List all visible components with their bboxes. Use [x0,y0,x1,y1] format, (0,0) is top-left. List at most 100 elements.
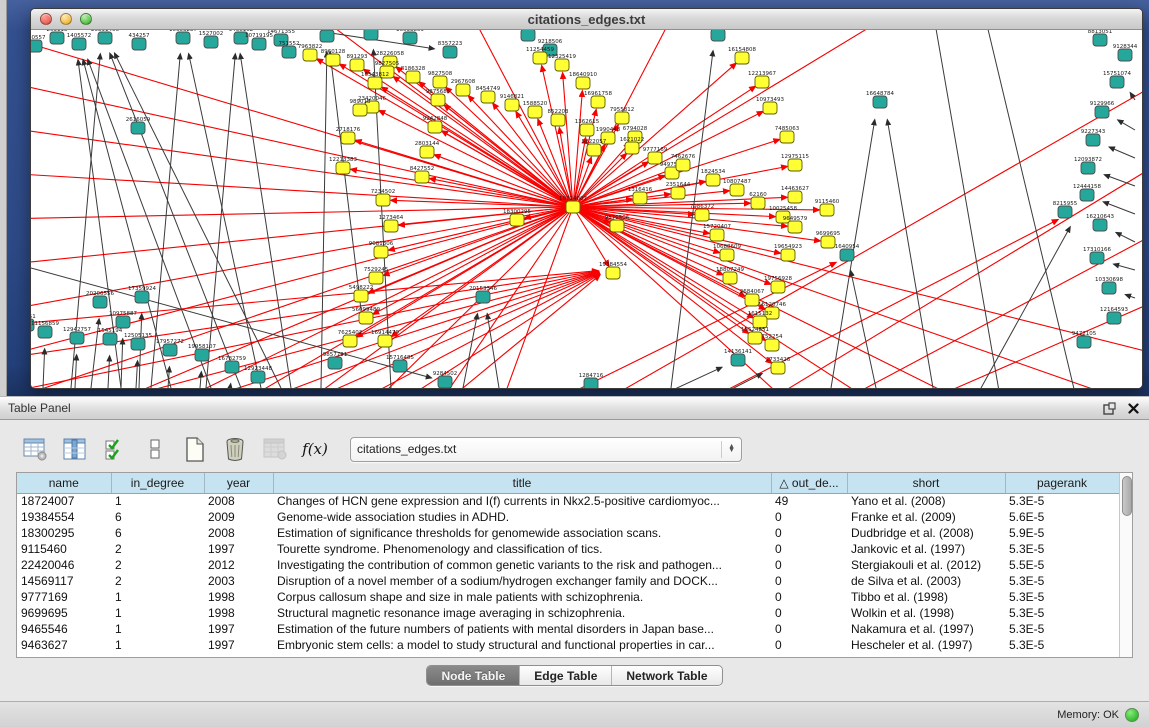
graph-node[interactable] [723,272,737,284]
tab-node-table[interactable]: Node Table [427,666,520,685]
graph-node[interactable] [364,30,378,40]
graph-node[interactable] [443,46,457,58]
graph-node[interactable] [336,162,350,174]
graph-node[interactable] [374,246,388,258]
tab-network-table[interactable]: Network Table [612,666,721,685]
graph-node[interactable] [428,121,442,133]
graph-node[interactable] [873,96,887,108]
graph-node[interactable] [505,99,519,111]
graph-node[interactable] [393,360,407,372]
graph-node[interactable] [403,32,417,44]
table-row[interactable]: 1872400712008Changes of HCN gene express… [17,493,1119,509]
graph-node[interactable] [98,32,112,44]
select-all-icon[interactable] [102,436,128,462]
graph-node[interactable] [1093,219,1107,231]
zoom-window-icon[interactable] [80,13,92,25]
graph-node[interactable] [359,312,373,324]
delete-trash-icon[interactable] [222,436,248,462]
table-row[interactable]: 969969511998Structural magnetic resonanc… [17,605,1119,621]
table-selector[interactable]: citations_edges.txt ▲▼ [350,437,742,462]
graph-node[interactable] [431,94,445,106]
graph-node[interactable] [748,332,762,344]
graph-node[interactable] [103,333,117,345]
graph-node[interactable] [195,349,209,361]
graph-node[interactable] [433,76,447,88]
graph-node[interactable] [476,291,490,303]
graph-node[interactable] [320,30,334,42]
graph-node[interactable] [788,191,802,203]
graph-node[interactable] [132,38,146,50]
graph-node[interactable] [584,378,598,388]
table-row[interactable]: 1830029562008Estimation of significance … [17,525,1119,541]
graph-node[interactable] [368,77,382,89]
graph-node[interactable] [671,187,685,199]
graph-node[interactable] [252,38,266,50]
left-splitter[interactable] [0,0,7,396]
graph-node[interactable] [31,40,42,52]
graph-node[interactable] [353,104,367,116]
graph-node[interactable] [731,354,745,366]
column-header-in_degree[interactable]: in_degree [111,473,204,493]
graph-node[interactable] [788,159,802,171]
graph-node[interactable] [438,376,452,388]
graph-node[interactable] [555,59,569,71]
graph-node[interactable] [1118,49,1132,61]
graph-node[interactable] [576,77,590,89]
graph-node[interactable] [251,371,265,383]
graph-node[interactable] [420,146,434,158]
graph-node[interactable] [343,335,357,347]
window-titlebar[interactable]: citations_edges.txt [31,9,1142,30]
graph-node[interactable] [1107,312,1121,324]
table-row[interactable]: 1938455462009Genome-wide association stu… [17,509,1119,525]
memory-ok-icon[interactable] [1125,708,1139,722]
graph-node[interactable] [1077,336,1091,348]
graph-node[interactable] [116,316,130,328]
graph-node[interactable] [135,291,149,303]
graph-node[interactable] [1090,252,1104,264]
show-columns-icon[interactable] [62,436,88,462]
graph-node[interactable] [840,249,854,261]
graph-node[interactable] [326,54,340,66]
table-row[interactable]: 911546021997Tourette syndrome. Phenomeno… [17,541,1119,557]
column-header-name[interactable]: name [17,473,111,493]
graph-node[interactable] [633,192,647,204]
graph-node[interactable] [163,344,177,356]
graph-node[interactable] [755,76,769,88]
tab-edge-table[interactable]: Edge Table [520,666,612,685]
new-table-icon[interactable] [182,436,208,462]
graph-node[interactable] [376,194,390,206]
graph-node[interactable] [225,361,239,373]
graph-node[interactable] [821,236,835,248]
graph-node[interactable] [533,52,547,64]
graph-node[interactable] [781,249,795,261]
table-scrollbar-thumb[interactable] [1122,476,1132,516]
float-window-icon[interactable] [1101,400,1117,416]
graph-node[interactable] [1080,189,1094,201]
graph-node[interactable] [625,142,639,154]
graph-node[interactable] [606,267,620,279]
table-row[interactable]: 946362711997Embryonic stem cells: a mode… [17,637,1119,653]
close-window-icon[interactable] [40,13,52,25]
graph-node[interactable] [303,49,317,61]
graph-node[interactable] [369,272,383,284]
graph-node[interactable] [354,290,368,302]
graph-node[interactable] [350,59,364,71]
graph-node[interactable] [510,214,524,226]
graph-node[interactable] [580,124,594,136]
table-scrollbar[interactable] [1119,473,1132,657]
graph-node[interactable] [521,30,535,41]
graph-node[interactable] [481,91,495,103]
graph-node[interactable] [50,32,64,44]
graph-node[interactable] [204,36,218,48]
column-header-year[interactable]: year [204,473,273,493]
graph-node[interactable] [384,220,398,232]
graph-node[interactable] [131,338,145,350]
graph-node[interactable] [378,335,392,347]
minimize-window-icon[interactable] [60,13,72,25]
graph-node[interactable] [710,229,724,241]
graph-node[interactable] [551,114,565,126]
table-row[interactable]: 946554611997Estimation of the future num… [17,621,1119,637]
function-builder-icon[interactable]: f(x) [302,436,328,462]
table-row[interactable]: 977716911998Corpus callosum shape and si… [17,589,1119,605]
graph-node[interactable] [615,112,629,124]
